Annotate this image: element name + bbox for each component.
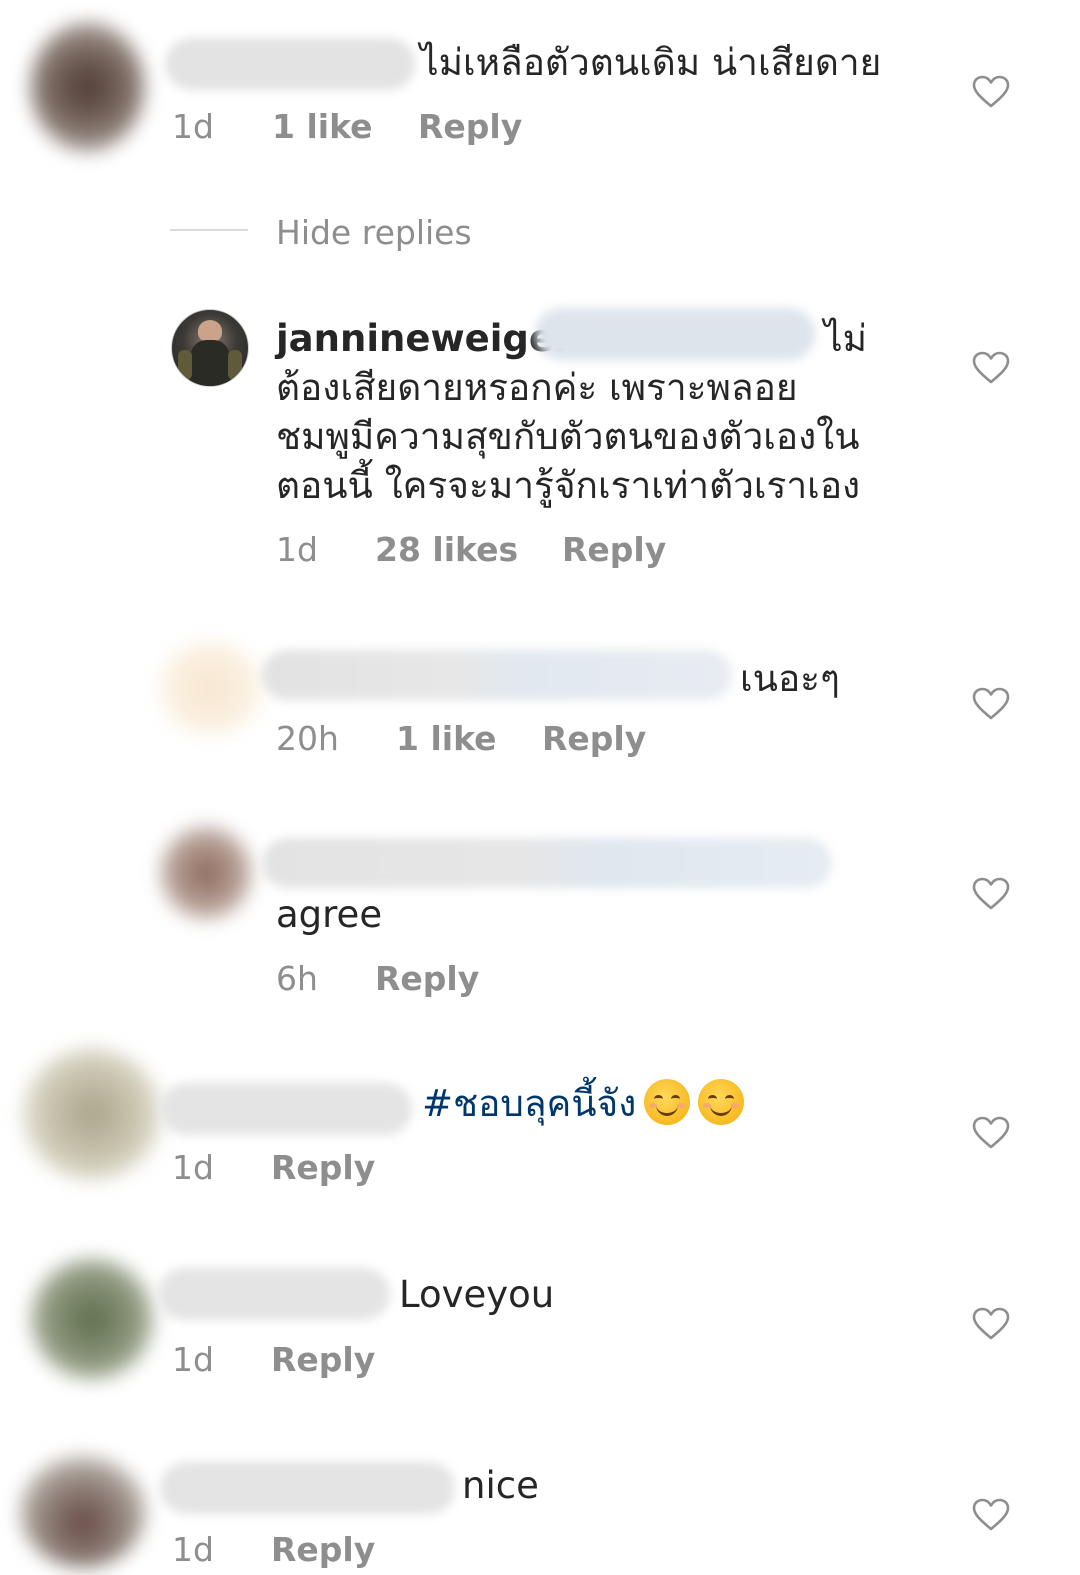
- comment-time: 1d: [172, 1530, 214, 1569]
- hashtag-link[interactable]: #ชอบลุคนี้จัง: [422, 1079, 745, 1129]
- comment-text-line: ตอนนี้ ใครจะมารู้จักเราเท่าตัวเราเอง: [276, 464, 861, 507]
- comment-time: 1d: [276, 530, 318, 569]
- like-count[interactable]: 1 like: [396, 719, 497, 758]
- heart-outline-icon[interactable]: [972, 75, 1010, 109]
- avatar[interactable]: [171, 309, 249, 387]
- comment-text-line: ไม่: [824, 317, 867, 360]
- comment-time: 1d: [172, 1148, 214, 1187]
- hashtag-text[interactable]: #ชอบลุคนี้จัง: [422, 1082, 636, 1125]
- comment-time: 6h: [276, 959, 318, 998]
- heart-outline-icon[interactable]: [972, 877, 1010, 911]
- comment-time: 20h: [276, 719, 339, 758]
- avatar[interactable]: [22, 1048, 162, 1180]
- avatar[interactable]: [30, 22, 145, 152]
- avatar[interactable]: [160, 826, 252, 920]
- username-blurred[interactable]: [262, 838, 832, 888]
- smiling-face-emoji-icon: [698, 1079, 745, 1125]
- avatar[interactable]: [30, 1258, 154, 1380]
- comment-time: 1d: [172, 107, 214, 146]
- username[interactable]: jannineweigel: [276, 314, 567, 364]
- comment-text-line: ต้องเสียดายหรอกค่ะ เพราะพลอย: [276, 366, 798, 409]
- heart-outline-icon[interactable]: [972, 1498, 1010, 1532]
- comment-time: 1d: [172, 1340, 214, 1379]
- like-count[interactable]: 28 likes: [375, 530, 518, 569]
- comment-text: agree: [276, 893, 383, 936]
- heart-outline-icon[interactable]: [972, 1116, 1010, 1150]
- comment-text: ไม่เหลือตัวตนเดิม น่าเสียดาย: [420, 41, 882, 84]
- smiling-face-emoji-icon: [644, 1079, 691, 1125]
- comment-text: nice: [462, 1464, 539, 1507]
- reply-button[interactable]: Reply: [271, 1148, 375, 1187]
- username-blurred[interactable]: [160, 1462, 455, 1514]
- like-count[interactable]: 1 like: [272, 107, 373, 146]
- avatar[interactable]: [158, 642, 263, 734]
- comment-text: เนอะๆ: [740, 657, 840, 700]
- reply-button[interactable]: Reply: [271, 1530, 375, 1569]
- heart-outline-icon[interactable]: [972, 687, 1010, 721]
- username-blurred[interactable]: [160, 1083, 412, 1135]
- mention-blurred[interactable]: [535, 308, 815, 360]
- reply-button[interactable]: Reply: [542, 719, 646, 758]
- username-blurred[interactable]: [158, 1268, 390, 1320]
- avatar[interactable]: [20, 1456, 146, 1568]
- reply-button[interactable]: Reply: [562, 530, 666, 569]
- comment-text: Loveyou: [399, 1273, 555, 1316]
- reply-button[interactable]: Reply: [375, 959, 479, 998]
- replies-divider: [170, 229, 248, 231]
- comment-text-line: ชมพูมีความสุขกับตัวตนของตัวเองใน: [276, 415, 860, 458]
- reply-button[interactable]: Reply: [418, 107, 522, 146]
- username-blurred[interactable]: [165, 38, 415, 90]
- username-blurred[interactable]: [262, 650, 732, 700]
- hide-replies-button[interactable]: Hide replies: [276, 213, 472, 252]
- heart-outline-icon[interactable]: [972, 351, 1010, 385]
- heart-outline-icon[interactable]: [972, 1307, 1010, 1341]
- reply-button[interactable]: Reply: [271, 1340, 375, 1379]
